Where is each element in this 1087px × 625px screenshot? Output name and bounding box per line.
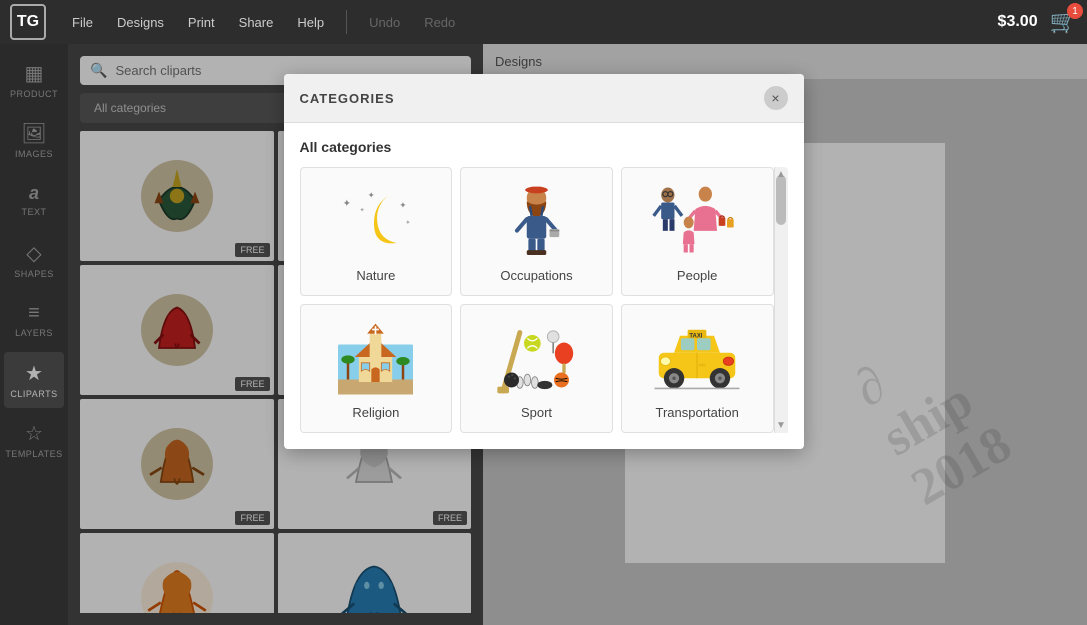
modal-scrollbar[interactable]: ▲ ▼ bbox=[774, 167, 788, 433]
categories-modal: CATEGORIES × All categories ✦ bbox=[284, 74, 804, 449]
main-layout: ▦ PRODUCT 🖼 IMAGES a TEXT ◇ SHAPES ≡ LAY… bbox=[0, 44, 1087, 625]
category-item-religion[interactable]: Religion bbox=[300, 304, 453, 433]
menu-undo[interactable]: Undo bbox=[359, 9, 410, 36]
sport-label: Sport bbox=[521, 405, 552, 420]
cart-badge: 1 bbox=[1067, 3, 1083, 19]
people-svg bbox=[647, 180, 747, 260]
scroll-up-icon: ▲ bbox=[776, 169, 786, 180]
transportation-image: TAXI bbox=[647, 317, 747, 397]
modal-close-button[interactable]: × bbox=[764, 86, 788, 110]
religion-image bbox=[326, 317, 426, 397]
svg-text:✦: ✦ bbox=[342, 198, 350, 209]
nature-svg: ✦ ✦ ✦ ✦ ✦ bbox=[326, 183, 426, 258]
occupations-label: Occupations bbox=[500, 268, 572, 283]
app-logo: TG bbox=[10, 4, 46, 40]
scroll-down-icon: ▼ bbox=[776, 420, 786, 431]
svg-text:✦: ✦ bbox=[399, 200, 406, 210]
menu-items: File Designs Print Share Help Undo Redo bbox=[62, 9, 465, 36]
transportation-label: Transportation bbox=[655, 405, 738, 420]
menu-separator bbox=[346, 10, 347, 34]
transportation-svg: TAXI bbox=[647, 323, 747, 391]
nature-image: ✦ ✦ ✦ ✦ ✦ bbox=[326, 180, 426, 260]
price-area: $3.00 🛒 1 bbox=[998, 9, 1077, 35]
people-label: People bbox=[677, 268, 717, 283]
svg-text:✦: ✦ bbox=[367, 190, 374, 200]
religion-svg bbox=[338, 317, 413, 397]
sport-svg bbox=[489, 320, 584, 395]
menu-file[interactable]: File bbox=[62, 9, 103, 36]
menu-share[interactable]: Share bbox=[229, 9, 284, 36]
modal-title: CATEGORIES bbox=[300, 91, 395, 106]
modal-header: CATEGORIES × bbox=[284, 74, 804, 123]
svg-text:✦: ✦ bbox=[405, 218, 411, 226]
modal-body: All categories ✦ ✦ bbox=[284, 123, 804, 449]
category-item-occupations[interactable]: Occupations bbox=[460, 167, 613, 296]
menu-bar: TG File Designs Print Share Help Undo Re… bbox=[0, 0, 1087, 44]
sport-image bbox=[486, 317, 586, 397]
nature-label: Nature bbox=[356, 268, 395, 283]
svg-text:✦: ✦ bbox=[359, 206, 365, 214]
category-item-nature[interactable]: ✦ ✦ ✦ ✦ ✦ bbox=[300, 167, 453, 296]
people-image bbox=[647, 180, 747, 260]
category-item-sport[interactable]: Sport bbox=[460, 304, 613, 433]
menu-designs[interactable]: Designs bbox=[107, 9, 174, 36]
all-categories-label[interactable]: All categories bbox=[300, 139, 788, 155]
price-display: $3.00 bbox=[998, 13, 1038, 31]
categories-grid: ✦ ✦ ✦ ✦ ✦ bbox=[300, 167, 774, 433]
menu-print[interactable]: Print bbox=[178, 9, 225, 36]
religion-label: Religion bbox=[352, 405, 399, 420]
menu-help[interactable]: Help bbox=[287, 9, 334, 36]
menu-redo[interactable]: Redo bbox=[414, 9, 465, 36]
category-item-people[interactable]: People bbox=[621, 167, 774, 296]
occupations-svg bbox=[504, 180, 569, 260]
modal-scroll-thumb bbox=[776, 175, 786, 225]
cart-button[interactable]: 🛒 1 bbox=[1050, 9, 1077, 35]
category-item-transportation[interactable]: TAXI bbox=[621, 304, 774, 433]
modal-overlay: CATEGORIES × All categories ✦ bbox=[0, 44, 1087, 625]
occupations-image bbox=[486, 180, 586, 260]
